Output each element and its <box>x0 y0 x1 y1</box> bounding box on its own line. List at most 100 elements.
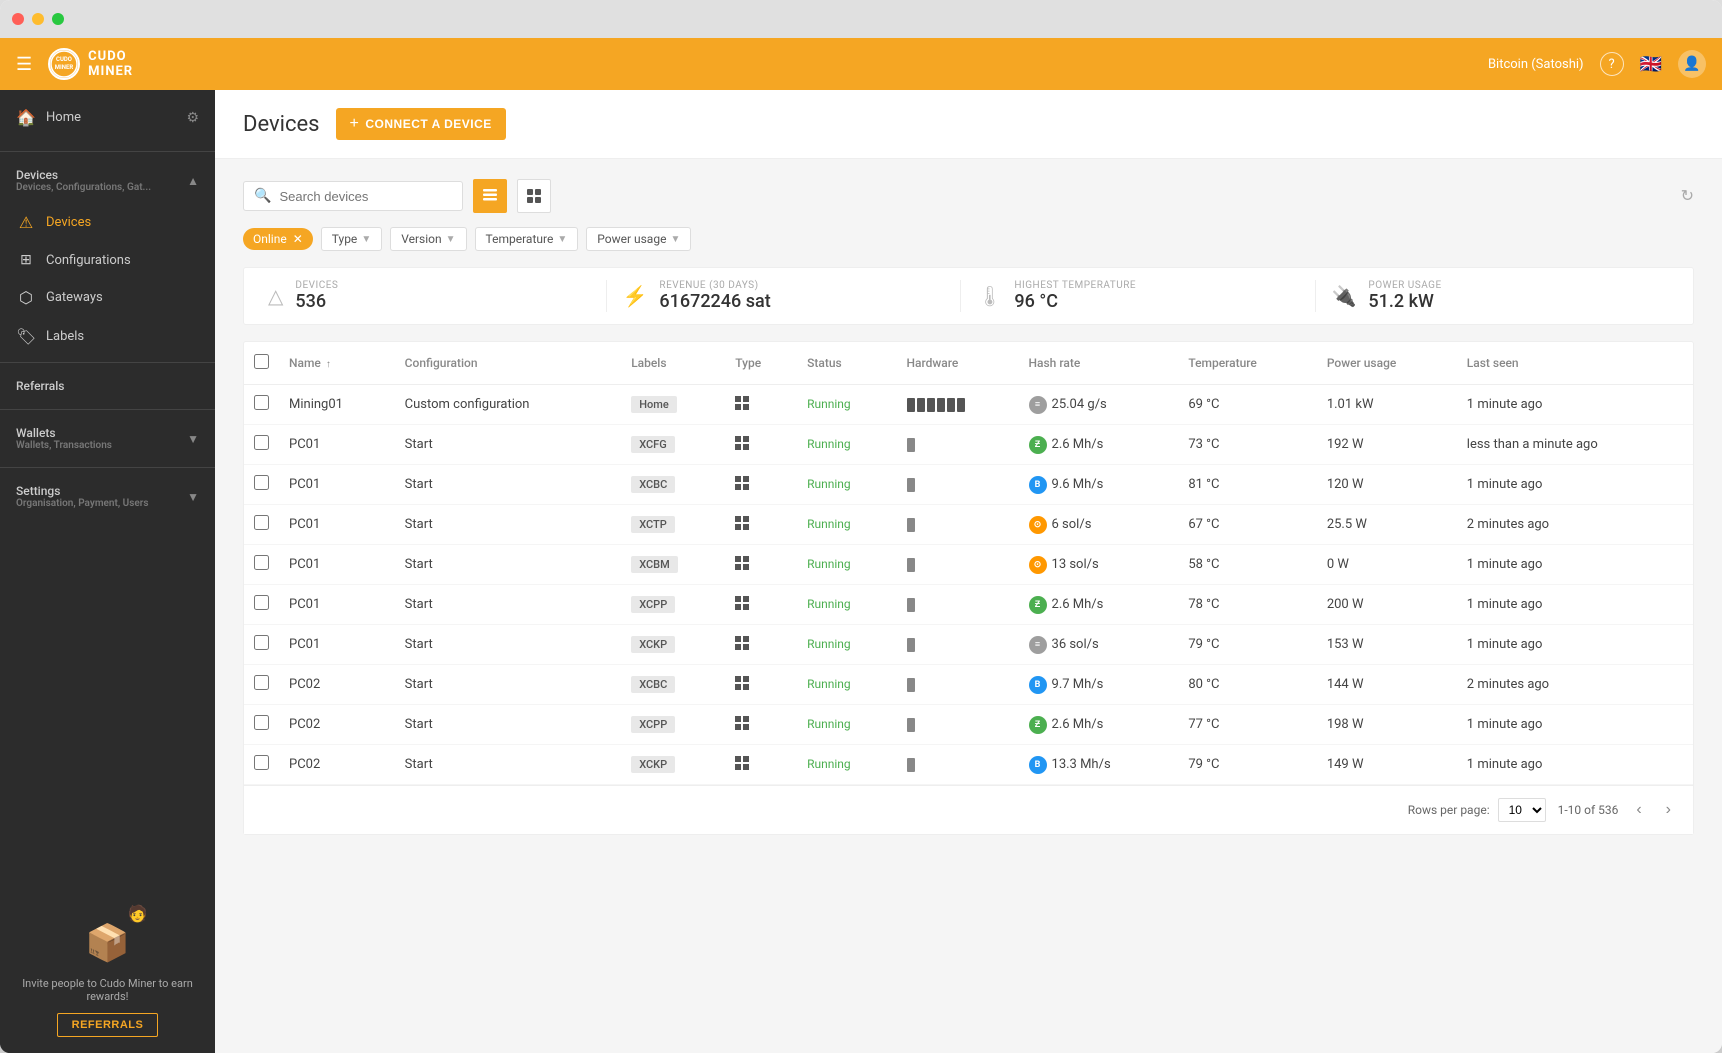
logo-text: CUDOMINER <box>88 49 133 79</box>
table-header-row: Name ↑ Configuration Labels Type Status … <box>244 342 1693 385</box>
row-checkbox-cell[interactable] <box>244 425 279 465</box>
row-status: Running <box>797 585 896 625</box>
row-checkbox[interactable] <box>254 395 269 410</box>
hamburger-menu[interactable]: ☰ <box>16 54 32 75</box>
row-checkbox-cell[interactable] <box>244 585 279 625</box>
close-button[interactable] <box>12 13 24 25</box>
filter-version[interactable]: Version ▼ <box>390 227 466 251</box>
hash-icon: ⊙ <box>1029 516 1047 534</box>
row-power: 200 W <box>1317 585 1457 625</box>
currency-selector[interactable]: Bitcoin (Satoshi) <box>1488 57 1584 72</box>
table-row: PC01 Start XCBM Running ⊙ 13 sol/s 58 °C <box>244 545 1693 585</box>
remove-online-filter[interactable]: ✕ <box>293 232 303 246</box>
th-temperature[interactable]: Temperature <box>1178 342 1317 385</box>
select-all-checkbox[interactable] <box>254 354 269 369</box>
row-temperature: 73 °C <box>1178 425 1317 465</box>
row-label: XCFG <box>621 425 725 465</box>
filter-temperature[interactable]: Temperature ▼ <box>475 227 579 251</box>
table-row: PC01 Start XCPP Running Ƶ 2.6 Mh/s 78 °C <box>244 585 1693 625</box>
row-checkbox-cell[interactable] <box>244 745 279 785</box>
connect-device-label: CONNECT A DEVICE <box>365 117 491 131</box>
gateways-icon: ⬡ <box>16 288 36 307</box>
sidebar-item-labels[interactable]: 🏷 Labels <box>0 317 215 356</box>
row-checkbox-cell[interactable] <box>244 505 279 545</box>
th-name[interactable]: Name ↑ <box>279 342 395 385</box>
sidebar-group-wallets[interactable]: Wallets Wallets, Transactions ▼ <box>0 416 215 461</box>
row-checkbox[interactable] <box>254 555 269 570</box>
row-checkbox[interactable] <box>254 435 269 450</box>
th-power[interactable]: Power usage <box>1317 342 1457 385</box>
refresh-button[interactable]: ↻ <box>1681 186 1694 206</box>
next-page-button[interactable]: › <box>1660 799 1677 821</box>
sidebar-group-devices[interactable]: Devices Devices, Configurations, Gat... … <box>0 158 215 203</box>
th-lastseen[interactable]: Last seen <box>1457 342 1693 385</box>
row-checkbox-cell[interactable] <box>244 705 279 745</box>
sidebar-labels-label: Labels <box>46 329 84 344</box>
row-checkbox[interactable] <box>254 715 269 730</box>
th-hardware[interactable]: Hardware <box>897 342 1019 385</box>
labels-icon: 🏷 <box>16 327 36 346</box>
row-checkbox[interactable] <box>254 675 269 690</box>
search-box[interactable]: 🔍 <box>243 181 463 211</box>
filter-type[interactable]: Type ▼ <box>321 227 382 251</box>
row-lastseen: 1 minute ago <box>1457 385 1693 425</box>
row-checkbox-cell[interactable] <box>244 465 279 505</box>
list-view-button[interactable] <box>473 179 507 213</box>
row-hardware <box>897 505 1019 545</box>
power-chevron-icon: ▼ <box>670 234 680 245</box>
settings-icon[interactable]: ⚙ <box>186 110 199 126</box>
row-checkbox-cell[interactable] <box>244 385 279 425</box>
maximize-button[interactable] <box>52 13 64 25</box>
filter-power-usage[interactable]: Power usage ▼ <box>586 227 691 251</box>
row-type <box>725 745 797 785</box>
sidebar-item-devices[interactable]: ⚠ Devices <box>0 203 215 242</box>
row-status: Running <box>797 425 896 465</box>
rows-per-page-select[interactable]: 10 25 50 <box>1498 798 1546 822</box>
sidebar-item-configurations[interactable]: ⊞ Configurations <box>0 242 215 278</box>
row-temperature: 79 °C <box>1178 625 1317 665</box>
row-power: 25.5 W <box>1317 505 1457 545</box>
prev-page-button[interactable]: ‹ <box>1630 799 1647 821</box>
row-checkbox[interactable] <box>254 635 269 650</box>
row-checkbox[interactable] <box>254 475 269 490</box>
row-checkbox[interactable] <box>254 515 269 530</box>
sidebar-group-settings[interactable]: Settings Organisation, Payment, Users ▼ <box>0 474 215 519</box>
row-label: XCPP <box>621 585 725 625</box>
referrals-button[interactable]: REFERRALS <box>57 1013 159 1037</box>
temperature-stat-label: HIGHEST TEMPERATURE <box>1014 280 1136 291</box>
select-all-header[interactable] <box>244 342 279 385</box>
row-config: Start <box>395 425 622 465</box>
row-hashrate: Ƶ 2.6 Mh/s <box>1019 585 1179 625</box>
row-power: 0 W <box>1317 545 1457 585</box>
row-checkbox-cell[interactable] <box>244 625 279 665</box>
table-row: PC02 Start XCBC Running B 9.7 Mh/s 80 °C <box>244 665 1693 705</box>
language-flag[interactable]: 🇬🇧 <box>1640 54 1662 75</box>
sidebar-group-referrals[interactable]: Referrals <box>0 369 215 403</box>
grid-view-button[interactable] <box>517 179 551 213</box>
row-temperature: 69 °C <box>1178 385 1317 425</box>
th-hashrate[interactable]: Hash rate <box>1019 342 1179 385</box>
th-labels[interactable]: Labels <box>621 342 725 385</box>
th-configuration[interactable]: Configuration <box>395 342 622 385</box>
user-avatar[interactable]: 👤 <box>1678 50 1706 78</box>
sidebar-item-home[interactable]: 🏠 Home ⚙ <box>0 98 215 137</box>
row-checkbox[interactable] <box>254 755 269 770</box>
th-status[interactable]: Status <box>797 342 896 385</box>
minimize-button[interactable] <box>32 13 44 25</box>
row-checkbox[interactable] <box>254 595 269 610</box>
row-checkbox-cell[interactable] <box>244 665 279 705</box>
row-hardware <box>897 625 1019 665</box>
connect-device-button[interactable]: + CONNECT A DEVICE <box>336 108 506 140</box>
power-stat-label: POWER USAGE <box>1368 280 1441 291</box>
row-status: Running <box>797 705 896 745</box>
th-type[interactable]: Type <box>725 342 797 385</box>
filter-online[interactable]: Online ✕ <box>243 228 313 250</box>
page-title: Devices <box>243 112 320 137</box>
sidebar-item-gateways[interactable]: ⬡ Gateways <box>0 278 215 317</box>
search-input[interactable] <box>279 189 452 204</box>
help-icon[interactable]: ? <box>1600 52 1624 76</box>
row-checkbox-cell[interactable] <box>244 545 279 585</box>
table-row: PC01 Start XCTP Running ⊙ 6 sol/s 67 °C <box>244 505 1693 545</box>
row-hashrate: ⊙ 13 sol/s <box>1019 545 1179 585</box>
sidebar-gateways-label: Gateways <box>46 290 103 305</box>
